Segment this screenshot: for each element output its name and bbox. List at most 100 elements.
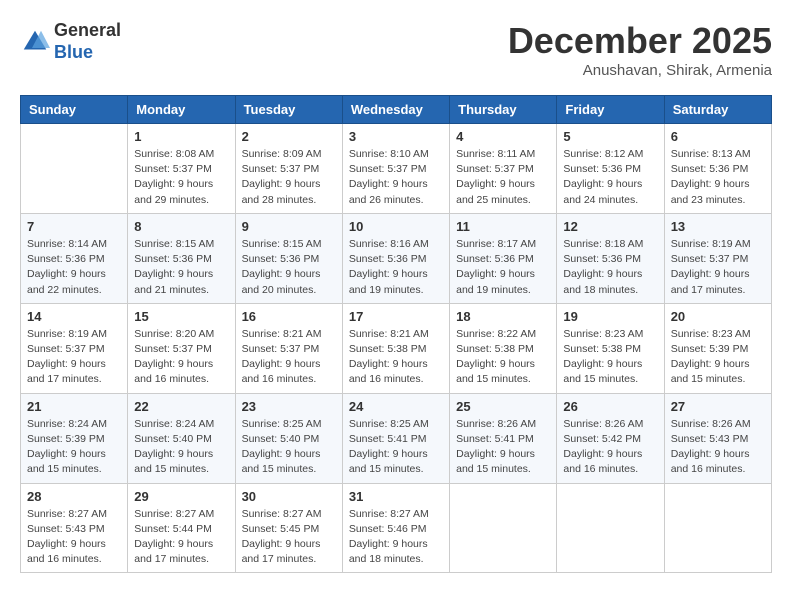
calendar-cell: 4 Sunrise: 8:11 AM Sunset: 5:37 PM Daylig… [450,124,557,214]
col-header-tuesday: Tuesday [235,96,342,124]
day-info: Sunrise: 8:27 AM Sunset: 5:44 PM Dayligh… [134,507,228,568]
calendar-cell: 14 Sunrise: 8:19 AM Sunset: 5:37 PM Dayli… [21,303,128,393]
day-info: Sunrise: 8:10 AM Sunset: 5:37 PM Dayligh… [349,147,443,208]
day-info: Sunrise: 8:18 AM Sunset: 5:36 PM Dayligh… [563,237,657,298]
calendar-cell: 2Sunrise: 8:09 AM Sunset: 5:37 PM Daylig… [235,124,342,214]
day-number: 25 [456,399,550,414]
day-info: Sunrise: 8:17 AM Sunset: 5:36 PM Dayligh… [456,237,550,298]
col-header-monday: Monday [128,96,235,124]
day-info: Sunrise: 8:09 AM Sunset: 5:37 PM Dayligh… [242,147,336,208]
calendar-cell: 29Sunrise: 8:27 AM Sunset: 5:44 PM Dayli… [128,483,235,573]
calendar-cell: 16Sunrise: 8:21 AM Sunset: 5:37 PM Dayli… [235,303,342,393]
day-number: 6 [671,129,765,144]
calendar-cell [21,124,128,214]
day-info: Sunrise: 8:27 AM Sunset: 5:45 PM Dayligh… [242,507,336,568]
day-info: Sunrise: 8:15 AM Sunset: 5:36 PM Dayligh… [134,237,228,298]
day-number: 28 [27,489,121,504]
calendar-cell: 31 Sunrise: 8:27 AM Sunset: 5:46 PM Dayli… [342,483,449,573]
calendar-cell: 21Sunrise: 8:24 AM Sunset: 5:39 PM Dayli… [21,393,128,483]
day-number: 17 [349,309,443,324]
day-info: Sunrise: 8:16 AM Sunset: 5:36 PM Dayligh… [349,237,443,298]
day-info: Sunrise: 8:11 AM Sunset: 5:37 PM Dayligh… [456,147,550,208]
calendar-cell: 22 Sunrise: 8:24 AM Sunset: 5:40 PM Dayli… [128,393,235,483]
day-info: Sunrise: 8:23 AM Sunset: 5:39 PM Dayligh… [671,327,765,388]
month-title: December 2025 [508,20,772,62]
day-number: 16 [242,309,336,324]
calendar-cell: 24 Sunrise: 8:25 AM Sunset: 5:41 PM Dayli… [342,393,449,483]
calendar-cell: 30 Sunrise: 8:27 AM Sunset: 5:45 PM Dayli… [235,483,342,573]
calendar-cell: 9 Sunrise: 8:15 AM Sunset: 5:36 PM Daylig… [235,213,342,303]
day-number: 18 [456,309,550,324]
day-info: Sunrise: 8:21 AM Sunset: 5:38 PM Dayligh… [349,327,443,388]
logo-blue: Blue [54,42,121,64]
day-info: Sunrise: 8:26 AM Sunset: 5:43 PM Dayligh… [671,417,765,478]
day-info: Sunrise: 8:22 AM Sunset: 5:38 PM Dayligh… [456,327,550,388]
logo-general: General [54,20,121,42]
calendar-cell: 20 Sunrise: 8:23 AM Sunset: 5:39 PM Dayli… [664,303,771,393]
day-info: Sunrise: 8:24 AM Sunset: 5:39 PM Dayligh… [27,417,121,478]
day-number: 7 [27,219,121,234]
day-number: 31 [349,489,443,504]
day-info: Sunrise: 8:14 AM Sunset: 5:36 PM Dayligh… [27,237,121,298]
day-info: Sunrise: 8:12 AM Sunset: 5:36 PM Dayligh… [563,147,657,208]
location-subtitle: Anushavan, Shirak, Armenia [508,62,772,79]
day-number: 5 [563,129,657,144]
day-info: Sunrise: 8:27 AM Sunset: 5:46 PM Dayligh… [349,507,443,568]
day-info: Sunrise: 8:15 AM Sunset: 5:36 PM Dayligh… [242,237,336,298]
day-number: 12 [563,219,657,234]
day-number: 14 [27,309,121,324]
calendar-cell: 23 Sunrise: 8:25 AM Sunset: 5:40 PM Dayli… [235,393,342,483]
day-number: 19 [563,309,657,324]
calendar-cell: 26 Sunrise: 8:26 AM Sunset: 5:42 PM Dayli… [557,393,664,483]
calendar-cell: 11Sunrise: 8:17 AM Sunset: 5:36 PM Dayli… [450,213,557,303]
day-info: Sunrise: 8:25 AM Sunset: 5:40 PM Dayligh… [242,417,336,478]
day-number: 3 [349,129,443,144]
day-number: 4 [456,129,550,144]
calendar-cell: 15 Sunrise: 8:20 AM Sunset: 5:37 PM Dayli… [128,303,235,393]
title-section: December 2025 Anushavan, Shirak, Armenia [508,20,772,79]
day-info: Sunrise: 8:20 AM Sunset: 5:37 PM Dayligh… [134,327,228,388]
logo: General Blue [20,20,121,63]
day-number: 26 [563,399,657,414]
col-header-wednesday: Wednesday [342,96,449,124]
day-number: 22 [134,399,228,414]
day-info: Sunrise: 8:23 AM Sunset: 5:38 PM Dayligh… [563,327,657,388]
day-number: 8 [134,219,228,234]
day-info: Sunrise: 8:19 AM Sunset: 5:37 PM Dayligh… [27,327,121,388]
calendar-cell: 25Sunrise: 8:26 AM Sunset: 5:41 PM Dayli… [450,393,557,483]
calendar-cell: 5 Sunrise: 8:12 AM Sunset: 5:36 PM Daylig… [557,124,664,214]
day-info: Sunrise: 8:19 AM Sunset: 5:37 PM Dayligh… [671,237,765,298]
day-number: 30 [242,489,336,504]
day-number: 20 [671,309,765,324]
day-number: 15 [134,309,228,324]
calendar-cell: 7 Sunrise: 8:14 AM Sunset: 5:36 PM Daylig… [21,213,128,303]
calendar-table: SundayMondayTuesdayWednesdayThursdayFrid… [20,95,772,573]
day-number: 9 [242,219,336,234]
calendar-cell: 6Sunrise: 8:13 AM Sunset: 5:36 PM Daylig… [664,124,771,214]
calendar-cell: 19 Sunrise: 8:23 AM Sunset: 5:38 PM Dayli… [557,303,664,393]
day-number: 13 [671,219,765,234]
calendar-cell: 8 Sunrise: 8:15 AM Sunset: 5:36 PM Daylig… [128,213,235,303]
day-info: Sunrise: 8:26 AM Sunset: 5:42 PM Dayligh… [563,417,657,478]
day-number: 24 [349,399,443,414]
day-number: 27 [671,399,765,414]
day-number: 1 [134,129,228,144]
calendar-cell [664,483,771,573]
day-info: Sunrise: 8:08 AM Sunset: 5:37 PM Dayligh… [134,147,228,208]
col-header-thursday: Thursday [450,96,557,124]
day-number: 23 [242,399,336,414]
calendar-cell: 17 Sunrise: 8:21 AM Sunset: 5:38 PM Dayli… [342,303,449,393]
col-header-sunday: Sunday [21,96,128,124]
day-number: 10 [349,219,443,234]
calendar-cell: 27 Sunrise: 8:26 AM Sunset: 5:43 PM Dayli… [664,393,771,483]
calendar-cell: 18 Sunrise: 8:22 AM Sunset: 5:38 PM Dayli… [450,303,557,393]
calendar-cell: 1 Sunrise: 8:08 AM Sunset: 5:37 PM Daylig… [128,124,235,214]
col-header-saturday: Saturday [664,96,771,124]
calendar-cell [557,483,664,573]
day-info: Sunrise: 8:24 AM Sunset: 5:40 PM Dayligh… [134,417,228,478]
logo-text: General Blue [54,20,121,63]
calendar-cell: 10 Sunrise: 8:16 AM Sunset: 5:36 PM Dayli… [342,213,449,303]
day-info: Sunrise: 8:25 AM Sunset: 5:41 PM Dayligh… [349,417,443,478]
page-header: General Blue December 2025 Anushavan, Sh… [20,20,772,79]
calendar-cell: 13 Sunrise: 8:19 AM Sunset: 5:37 PM Dayli… [664,213,771,303]
